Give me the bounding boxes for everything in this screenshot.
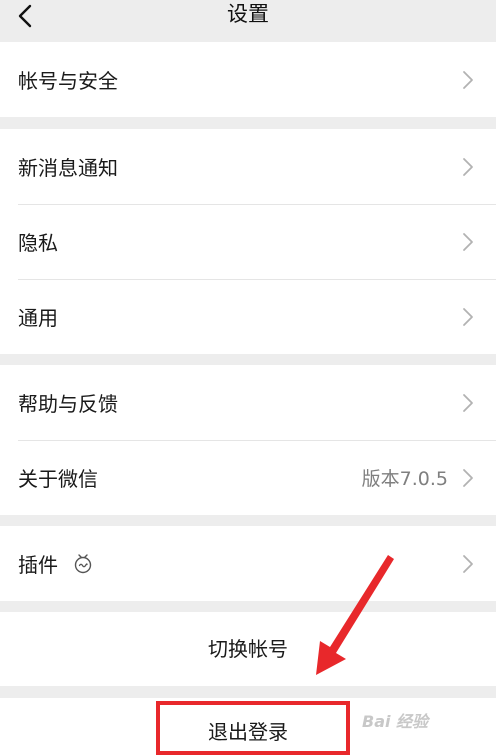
settings-item-label: 隐私 (18, 231, 58, 255)
settings-item-account-security[interactable]: 帐号与安全 (0, 42, 496, 117)
chevron-right-icon (463, 70, 473, 89)
version-value: 版本7.0.5 (361, 468, 448, 490)
group-account: 帐号与安全 (0, 42, 496, 117)
chevron-right-icon (463, 468, 473, 487)
settings-item-label: 帮助与反馈 (18, 392, 118, 416)
settings-item-privacy[interactable]: 隐私 (0, 204, 496, 279)
settings-item-label: 插件 (18, 553, 58, 577)
chevron-right-icon (463, 157, 473, 176)
settings-item-plugins[interactable]: 插件 (0, 526, 496, 601)
settings-item-label: 通用 (18, 306, 58, 330)
annotation-arrow-icon (316, 555, 394, 675)
settings-item-label: 关于微信 (18, 467, 98, 491)
watermark-logo: Bai 经验 (362, 700, 472, 740)
page-title: 设置 (227, 2, 269, 26)
chevron-right-icon (463, 393, 473, 412)
nav-bar: 设置 (0, 0, 496, 42)
settings-item-label: 新消息通知 (18, 156, 118, 180)
annotation-highlight-box (156, 701, 350, 755)
chevron-right-icon (463, 307, 473, 326)
settings-item-notifications[interactable]: 新消息通知 (0, 129, 496, 204)
settings-item-general[interactable]: 通用 (0, 279, 496, 354)
group-general: 新消息通知 隐私 通用 (0, 129, 496, 354)
settings-item-label: 帐号与安全 (18, 69, 118, 93)
plugin-icon (74, 553, 92, 573)
switch-account-button[interactable]: 切换帐号 (0, 612, 496, 686)
chevron-right-icon (463, 554, 473, 573)
watermark-text: Bai 经验 (362, 712, 429, 731)
chevron-right-icon (463, 232, 473, 251)
group-help-about: 帮助与反馈 关于微信 版本7.0.5 (0, 365, 496, 515)
settings-item-about-wechat[interactable]: 关于微信 版本7.0.5 (0, 440, 496, 515)
group-plugins: 插件 (0, 526, 496, 601)
settings-item-help-feedback[interactable]: 帮助与反馈 (0, 365, 496, 440)
